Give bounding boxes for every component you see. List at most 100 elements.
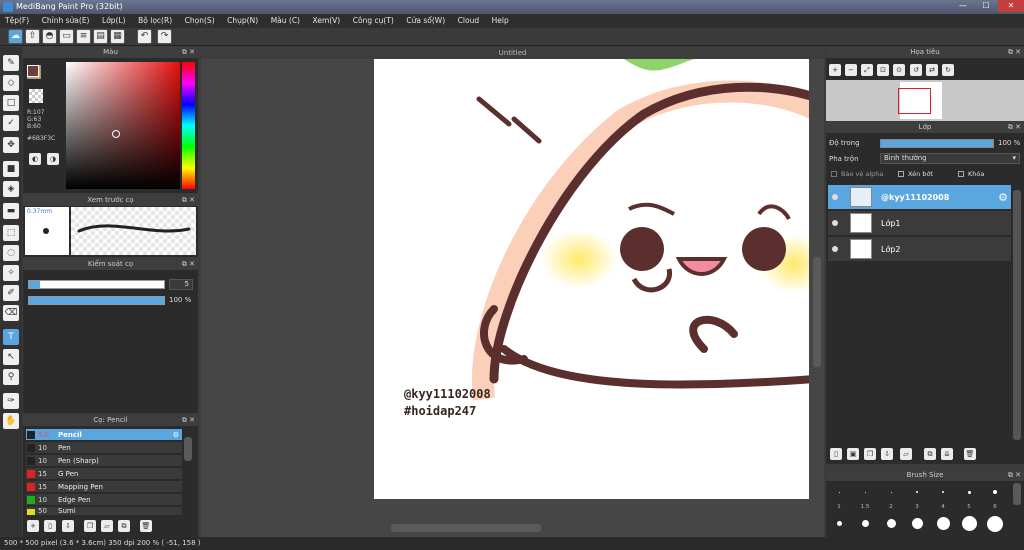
copy-layer-icon[interactable]: ❐ <box>864 448 876 460</box>
add-brush-icon[interactable]: + <box>27 520 39 532</box>
duplicate-icon[interactable]: ⧉ <box>118 520 130 532</box>
menu-color[interactable]: Màu (C) <box>266 14 305 28</box>
brush-size-slider[interactable] <box>28 280 165 289</box>
actual-size-icon[interactable]: ⊡ <box>877 64 889 76</box>
horizontal-scrollbar[interactable] <box>391 524 541 532</box>
operation-tool-icon[interactable]: ↖ <box>3 349 19 365</box>
brush-item-g-pen[interactable]: 15 G Pen <box>26 468 182 480</box>
menu-select[interactable]: Chọn(S) <box>180 14 220 28</box>
new-halftone-layer-icon[interactable]: ▣ <box>847 448 859 460</box>
message-icon[interactable]: ▭ <box>59 29 74 44</box>
color-mode-icon[interactable]: ◑ <box>47 153 59 165</box>
popout-icon[interactable]: ⧉ ✕ <box>182 415 195 426</box>
lock-checkbox[interactable] <box>958 171 964 177</box>
merge-layer-icon[interactable]: ⇊ <box>941 448 953 460</box>
color-gradient-picker[interactable] <box>66 62 180 189</box>
undo-icon[interactable]: ↶ <box>137 29 152 44</box>
bucket-tool-icon[interactable]: ◈ <box>3 181 19 197</box>
new-layer-icon[interactable]: ▯ <box>830 448 842 460</box>
layer-opacity-slider[interactable] <box>880 139 994 148</box>
transparent-color-swatch[interactable] <box>29 89 43 103</box>
brush-size-option[interactable] <box>930 514 956 534</box>
brush-size-option[interactable] <box>956 514 982 534</box>
popout-icon[interactable]: ⧉ ✕ <box>1008 470 1021 481</box>
brush-size-option[interactable] <box>982 483 1008 503</box>
folder-icon[interactable]: ▱ <box>900 448 912 460</box>
brush-item-sumi[interactable]: 50 Sumi <box>26 507 182 516</box>
visibility-icon[interactable] <box>832 246 838 252</box>
layer-menu-icon[interactable]: ⇩ <box>881 448 893 460</box>
popout-icon[interactable]: ⧉ ✕ <box>1008 47 1021 58</box>
brush-item-edge-pen[interactable]: 10 Edge Pen <box>26 494 182 506</box>
menu-tools[interactable]: Công cụ(T) <box>348 14 399 28</box>
color-picker-cursor[interactable] <box>112 130 120 138</box>
flip-icon[interactable]: ⇄ <box>926 64 938 76</box>
brush-size-option[interactable] <box>878 514 904 534</box>
select-tool-icon[interactable]: ⬚ <box>3 225 19 241</box>
foreground-color-swatch[interactable] <box>27 65 39 77</box>
layer-row-1[interactable]: Lớp1 <box>828 211 1011 236</box>
visibility-icon[interactable] <box>832 194 838 200</box>
brush-size-option[interactable] <box>826 514 852 534</box>
document-icon[interactable]: ▤ <box>93 29 108 44</box>
rotate-right-icon[interactable]: ↻ <box>942 64 954 76</box>
lasso-tool-icon[interactable]: ◌ <box>3 245 19 261</box>
fill-shape-tool-icon[interactable]: ■ <box>3 161 19 177</box>
menu-layer[interactable]: Lớp(L) <box>97 14 131 28</box>
brush-size-value[interactable]: 5 <box>169 279 193 290</box>
zoom-in-icon[interactable]: + <box>829 64 841 76</box>
brush-size-option[interactable] <box>826 483 852 503</box>
fit-icon[interactable]: ⤢ <box>861 64 873 76</box>
menu-edit[interactable]: Chỉnh sửa(E) <box>37 14 95 28</box>
cloud-icon[interactable]: ☁ <box>8 29 23 44</box>
select-pen-icon[interactable]: ✐ <box>3 285 19 301</box>
duplicate-layer-icon[interactable]: ⧉ <box>924 448 936 460</box>
gradient-tool-icon[interactable]: ▬ <box>3 203 19 219</box>
brush-size-option[interactable] <box>904 514 930 534</box>
import-brush-icon[interactable]: ⇩ <box>62 520 74 532</box>
list-icon[interactable]: ≡ <box>76 29 91 44</box>
brush-item-pen[interactable]: 10 Pen <box>26 442 182 454</box>
brush-item-pen-sharp[interactable]: 10 Pen (Sharp) <box>26 455 182 467</box>
check-tool-icon[interactable]: ✓ <box>3 115 19 131</box>
brush-size-option[interactable] <box>852 483 878 503</box>
vertical-scrollbar[interactable] <box>813 257 821 367</box>
copy-brush-icon[interactable]: ❐ <box>84 520 96 532</box>
maximize-button[interactable]: ☐ <box>975 0 997 12</box>
layer-row-text[interactable]: @kyy11102008 ⚙ <box>828 185 1011 210</box>
new-brush-icon[interactable]: ▯ <box>44 520 56 532</box>
reset-icon[interactable]: ⊙ <box>893 64 905 76</box>
brush-size-option[interactable] <box>878 483 904 503</box>
folder-icon[interactable]: ▱ <box>101 520 113 532</box>
grid-icon[interactable]: ▦ <box>110 29 125 44</box>
hand-tool-icon[interactable]: ✋ <box>3 413 19 429</box>
brush-size-scrollbar[interactable] <box>1013 483 1021 505</box>
layer-scrollbar[interactable] <box>1013 190 1021 440</box>
delete-brush-icon[interactable]: 🗑 <box>140 520 152 532</box>
close-button[interactable]: ✕ <box>998 0 1024 12</box>
zoom-out-icon[interactable]: − <box>845 64 857 76</box>
eyedropper-icon[interactable]: ⚲ <box>3 369 19 385</box>
upload-icon[interactable]: ⇧ <box>25 29 40 44</box>
eraser-tool-icon[interactable]: ◇ <box>3 75 19 91</box>
redo-icon[interactable]: ↷ <box>157 29 172 44</box>
menu-filter[interactable]: Bộ lọc(R) <box>133 14 177 28</box>
popout-icon[interactable]: ⧉ ✕ <box>182 47 195 58</box>
brush-size-option[interactable] <box>956 483 982 503</box>
brush-list-scrollbar[interactable] <box>184 437 192 461</box>
rotate-left-icon[interactable]: ↺ <box>910 64 922 76</box>
dot-tool-icon[interactable]: □ <box>3 95 19 111</box>
menu-window[interactable]: Cửa sổ(W) <box>401 14 450 28</box>
select-eraser-icon[interactable]: ⌫ <box>3 305 19 321</box>
pen-tool-icon[interactable]: ✑ <box>3 393 19 409</box>
brush-size-option[interactable] <box>930 483 956 503</box>
hue-slider[interactable] <box>182 62 195 189</box>
move-tool-icon[interactable]: ✥ <box>3 137 19 153</box>
navigator-viewport[interactable] <box>898 88 931 114</box>
brush-item-pencil[interactable]: 5.0 Pencil ⚙ <box>26 429 182 441</box>
layer-row-2[interactable]: Lớp2 <box>828 237 1011 262</box>
clipping-checkbox[interactable] <box>898 171 904 177</box>
brush-size-option[interactable] <box>852 514 878 534</box>
popout-icon[interactable]: ⧉ ✕ <box>182 259 195 270</box>
text-tool-icon[interactable]: T <box>3 329 19 345</box>
